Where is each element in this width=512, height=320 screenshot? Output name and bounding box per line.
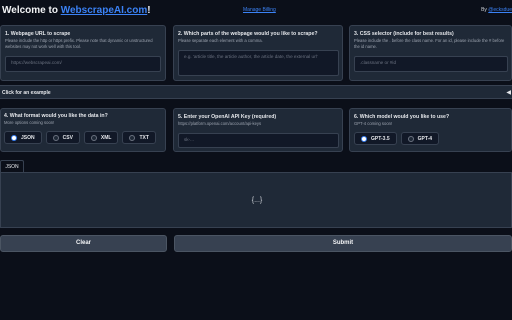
css-selector-card-title: 3. CSS selector (include for best result… (354, 31, 454, 37)
css-selector-input[interactable]: .classname or #id (354, 56, 508, 72)
format-option-xml[interactable]: XML (83, 131, 119, 144)
elements-card: 2. Which parts of the webpage would you … (173, 25, 343, 81)
example-accordion[interactable]: Click for an example ◀ (0, 85, 512, 99)
radio-selected-icon (11, 134, 17, 141)
radio-selected-icon (361, 135, 367, 142)
format-radio-group: JSON CSV XML TXT (4, 131, 156, 144)
model-option-gpt-3-5[interactable]: GPT-3.5 (354, 132, 397, 145)
format-option-json[interactable]: JSON (4, 131, 42, 144)
format-option-csv[interactable]: CSV (45, 131, 80, 144)
format-option-txt[interactable]: TXT (122, 131, 156, 144)
model-card: 6. Which model would you like to use? GP… (349, 108, 512, 152)
api-key-card: 5. Enter your OpenAI API Key (required) … (173, 108, 343, 152)
format-card-title: 4. What format would you like the data i… (4, 113, 108, 119)
json-output-panel: {...} (0, 172, 512, 228)
css-selector-card-desc: Please include the . before the class na… (354, 38, 505, 49)
api-key-card-desc: https://platform.openai.com/account/api-… (178, 121, 262, 126)
model-card-desc: GPT-4 coming soon! (354, 121, 393, 126)
url-card-desc: Please include the http or https prefix.… (5, 38, 153, 49)
radio-icon (407, 135, 414, 142)
radio-icon (52, 134, 59, 141)
api-key-input[interactable]: sk-... (178, 133, 339, 148)
submit-button[interactable]: Submit (174, 235, 512, 252)
model-radio-group: GPT-3.5 GPT-4 (354, 132, 440, 145)
api-key-card-title: 5. Enter your OpenAI API Key (required) (178, 114, 277, 120)
model-card-title: 6. Which model would you like to use? (354, 114, 450, 120)
json-output-content: {...} (251, 197, 263, 204)
elements-input[interactable]: e.g. 'article title, the article author,… (178, 50, 339, 76)
model-option-gpt-4[interactable]: GPT-4 (400, 132, 440, 145)
elements-card-title: 2. Which parts of the webpage would you … (178, 31, 318, 37)
url-card: 1. Webpage URL to scrape Please include … (0, 25, 166, 81)
radio-icon (129, 134, 136, 141)
manage-billing-link[interactable]: Manage Billing (243, 7, 276, 13)
header: Welcome to WebscrapeAI.com! Manage Billi… (0, 0, 512, 22)
css-selector-card: 3. CSS selector (include for best result… (349, 25, 512, 81)
collapse-arrow-icon[interactable]: ◀ (506, 89, 511, 96)
author-link[interactable]: @ecksdue (488, 7, 512, 13)
url-card-title: 1. Webpage URL to scrape (5, 31, 71, 37)
title-link[interactable]: WebscrapeAI.com (61, 5, 148, 16)
author-credit: By @ecksdue (481, 7, 512, 13)
example-label: Click for an example (2, 90, 51, 96)
radio-icon (90, 134, 97, 141)
url-input[interactable]: https://webscrapeai.com/ (5, 56, 161, 72)
clear-button[interactable]: Clear (0, 235, 167, 252)
format-card-desc: More options coming soon! (4, 120, 55, 125)
page-title: Welcome to WebscrapeAI.com! (2, 5, 151, 16)
elements-card-desc: Please separate each element with a comm… (178, 38, 263, 43)
